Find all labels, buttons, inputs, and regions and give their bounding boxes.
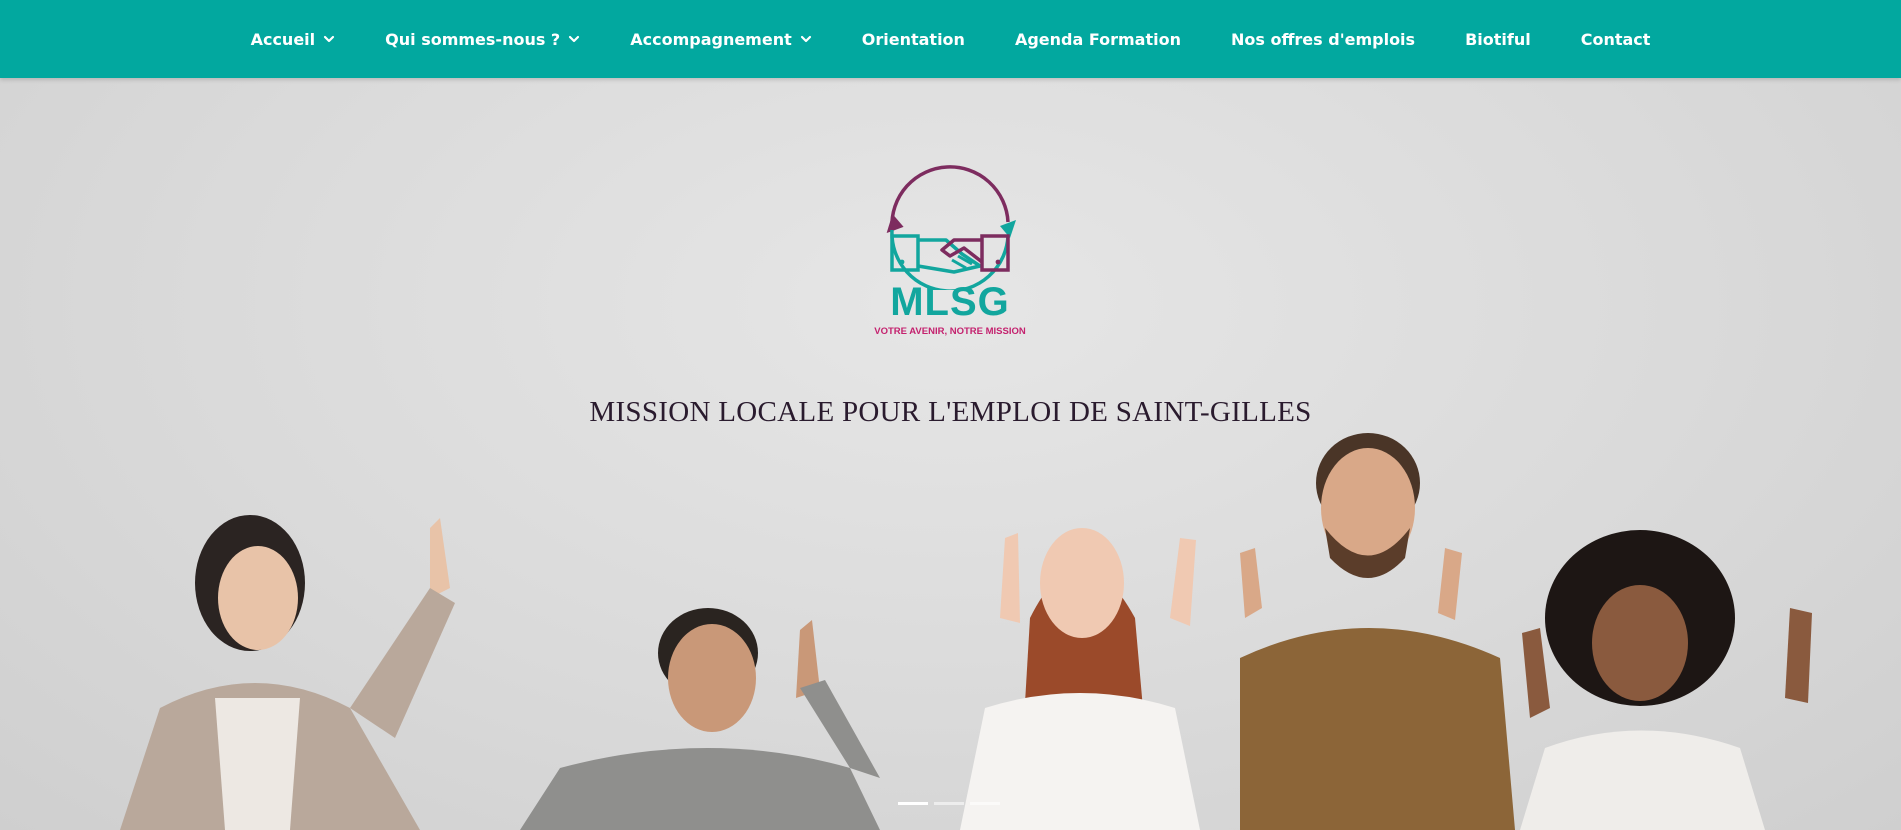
nav-item-accueil[interactable]: Accueil <box>251 30 336 49</box>
carousel-dot-3[interactable] <box>970 802 1000 805</box>
site-logo[interactable]: MLSG VOTRE AVENIR, NOTRE MISSION <box>870 150 1030 340</box>
nav-item-label: Qui sommes-nous ? <box>385 29 561 49</box>
chevron-down-icon <box>324 35 335 43</box>
nav-item-agenda-formation[interactable]: Agenda Formation <box>1015 30 1181 49</box>
person-silhouette <box>960 528 1200 830</box>
person-silhouette <box>1520 530 1812 830</box>
nav-item-orientation[interactable]: Orientation <box>862 30 965 49</box>
person-silhouette <box>520 608 880 830</box>
carousel-indicators <box>898 802 1000 805</box>
hero-slider: MLSG VOTRE AVENIR, NOTRE MISSION MISSION… <box>0 78 1901 830</box>
nav-item-biotiful[interactable]: Biotiful <box>1465 30 1531 49</box>
nav-item-label: Accompagnement <box>630 29 792 49</box>
chevron-down-icon <box>569 35 580 43</box>
carousel-dot-2[interactable] <box>934 802 964 805</box>
nav-item-label: Accueil <box>250 29 316 49</box>
nav-item-label: Nos offres d'emplois <box>1230 29 1416 49</box>
hero-people-image <box>120 433 1812 830</box>
logo-wordmark: MLSG <box>890 280 1010 324</box>
nav-item-label: Orientation <box>861 29 965 49</box>
person-silhouette <box>120 515 455 830</box>
main-navigation: Accueil Qui sommes-nous ? Accompagnement… <box>0 0 1901 78</box>
chevron-down-icon <box>800 35 811 43</box>
nav-item-qui-sommes-nous[interactable]: Qui sommes-nous ? <box>385 30 580 49</box>
nav-item-label: Agenda Formation <box>1014 29 1181 49</box>
carousel-dot-1[interactable] <box>898 802 928 805</box>
nav-list: Accueil Qui sommes-nous ? Accompagnement… <box>0 0 1901 78</box>
nav-item-offres-emplois[interactable]: Nos offres d'emplois <box>1231 30 1415 49</box>
logo-tagline: VOTRE AVENIR, NOTRE MISSION <box>874 326 1026 337</box>
hero-title: MISSION LOCALE POUR L'EMPLOI DE SAINT-GI… <box>589 396 1312 428</box>
nav-item-label: Biotiful <box>1465 29 1531 49</box>
nav-item-label: Contact <box>1580 29 1651 49</box>
nav-item-accompagnement[interactable]: Accompagnement <box>630 30 812 49</box>
nav-item-contact[interactable]: Contact <box>1581 30 1651 49</box>
handshake-logo-icon <box>886 165 1016 290</box>
person-silhouette <box>1240 433 1515 830</box>
